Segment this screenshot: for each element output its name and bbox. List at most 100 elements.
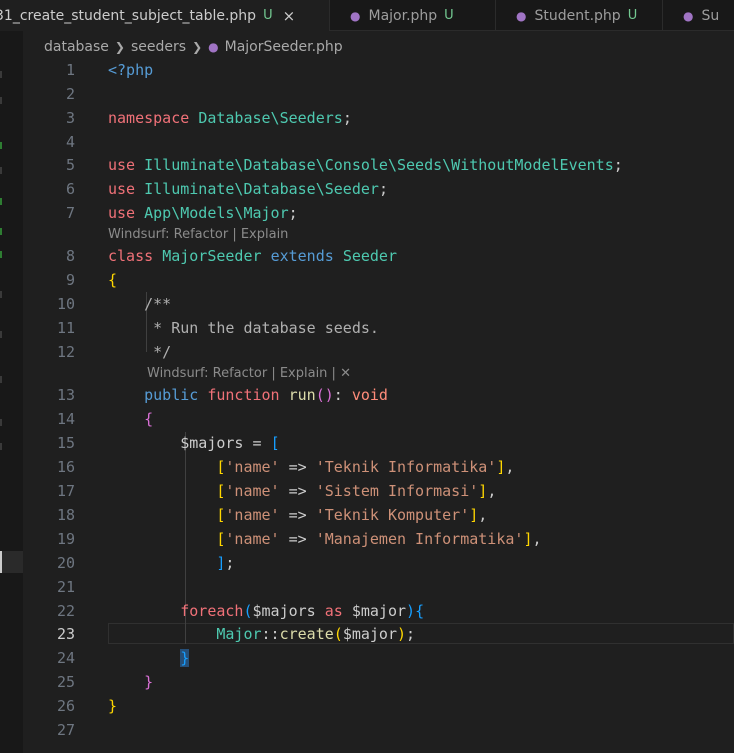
php-elephant-icon: ● bbox=[683, 8, 694, 23]
line-number: 16 bbox=[56, 458, 75, 476]
scm-marker bbox=[0, 142, 2, 149]
line-number: 10 bbox=[56, 295, 75, 313]
php-open-tag: <?php bbox=[108, 61, 154, 79]
keyword: class bbox=[108, 247, 154, 265]
code-line: { bbox=[144, 410, 154, 428]
code-line: ['name' => 'Sistem Informasi'], bbox=[216, 482, 497, 500]
comment: * Run the database seeds. bbox=[144, 319, 379, 337]
close-icon[interactable]: ✕ bbox=[340, 366, 351, 381]
line-number: 5 bbox=[65, 156, 75, 174]
method-name: create bbox=[279, 625, 334, 643]
variable: $majors bbox=[180, 434, 244, 452]
scm-marker bbox=[0, 71, 2, 78]
breadcrumb-folder-database[interactable]: database bbox=[44, 39, 109, 55]
untracked-badge: U bbox=[627, 8, 638, 23]
code-line: } bbox=[144, 673, 154, 691]
namespace-name: Illuminate\Database\Console\Seeds\Withou… bbox=[144, 156, 614, 174]
tab-label: 31_create_student_subject_table.php bbox=[0, 7, 257, 24]
scm-marker bbox=[0, 198, 2, 205]
operator: => bbox=[288, 482, 307, 500]
scm-marker bbox=[0, 291, 2, 298]
code-line: foreach($majors as $major){ bbox=[180, 602, 425, 620]
line-number: 17 bbox=[56, 482, 75, 500]
line-number: 3 bbox=[65, 109, 75, 127]
line-number: 22 bbox=[56, 602, 75, 620]
untracked-badge: U bbox=[263, 8, 273, 23]
tab-major-php[interactable]: ● Major.php U bbox=[330, 0, 496, 31]
string: 'name' bbox=[225, 530, 280, 548]
code-line: $majors = [ bbox=[180, 434, 280, 452]
line-number: 14 bbox=[56, 410, 75, 428]
php-elephant-icon: ● bbox=[350, 8, 361, 23]
code-line: } bbox=[108, 697, 118, 715]
keyword: foreach bbox=[180, 602, 244, 620]
code-line: namespace Database\Seeders; bbox=[108, 109, 352, 127]
untracked-badge: U bbox=[444, 8, 454, 23]
line-number: 20 bbox=[56, 554, 75, 572]
code-line: use Illuminate\Database\Seeder; bbox=[108, 180, 388, 198]
keyword: as bbox=[324, 602, 343, 620]
tab-migration-file[interactable]: 31_create_student_subject_table.php U × bbox=[0, 0, 330, 31]
variable: $major bbox=[351, 602, 407, 620]
php-elephant-icon: ● bbox=[208, 40, 219, 54]
codelens-refactor-explain[interactable]: Windsurf: Refactor | Explain | ✕ bbox=[147, 366, 351, 382]
line-number: 13 bbox=[56, 386, 75, 404]
codelens-text: Windsurf: Refactor | Explain | bbox=[147, 366, 336, 381]
operator: => bbox=[288, 530, 307, 548]
code-line: */ bbox=[108, 342, 171, 362]
comment: /** bbox=[144, 295, 172, 313]
scm-marker bbox=[0, 331, 2, 338]
line-number: 8 bbox=[65, 247, 75, 265]
tab-subject-php[interactable]: ● Su bbox=[663, 0, 734, 31]
scm-marker bbox=[0, 167, 2, 174]
code-line: * Run the database seeds. bbox=[108, 318, 379, 338]
tab-student-php[interactable]: ● Student.php U bbox=[496, 0, 663, 31]
scm-marker bbox=[0, 443, 2, 450]
code-line: { bbox=[108, 271, 118, 289]
breadcrumb-folder-seeders[interactable]: seeders bbox=[131, 39, 186, 55]
line-number: 23 bbox=[56, 625, 75, 643]
line-number: 27 bbox=[56, 721, 75, 739]
tab-label: Su bbox=[701, 7, 720, 24]
operator: => bbox=[288, 458, 307, 476]
return-type: void bbox=[351, 386, 388, 404]
breadcrumb-file[interactable]: MajorSeeder.php bbox=[225, 39, 343, 55]
code-line: use App\Models\Major; bbox=[108, 204, 298, 222]
breadcrumb: database ❯ seeders ❯ ● MajorSeeder.php bbox=[44, 36, 343, 58]
chevron-right-icon: ❯ bbox=[114, 40, 125, 54]
comment: */ bbox=[144, 343, 172, 361]
line-number: 26 bbox=[56, 697, 75, 715]
string: 'Teknik Komputer' bbox=[315, 506, 470, 524]
line-number: 2 bbox=[65, 85, 75, 103]
chevron-right-icon: ❯ bbox=[192, 40, 203, 54]
close-icon[interactable]: × bbox=[283, 7, 296, 25]
keyword: extends bbox=[270, 247, 334, 265]
code-line: } bbox=[180, 649, 190, 667]
code-line: <?php bbox=[108, 60, 153, 80]
keyword: namespace bbox=[108, 109, 190, 127]
code-line: Major::create($major); bbox=[216, 625, 416, 643]
code-line: ]; bbox=[216, 554, 235, 572]
php-elephant-icon: ● bbox=[516, 8, 527, 23]
line-number: 7 bbox=[65, 204, 75, 222]
scm-marker bbox=[0, 97, 2, 104]
scm-marker bbox=[0, 419, 2, 426]
line-number: 4 bbox=[65, 133, 75, 151]
line-number: 1 bbox=[65, 61, 75, 79]
namespace-name: App\Models\Major bbox=[144, 204, 289, 222]
keyword: function bbox=[207, 386, 280, 404]
explorer-selection[interactable] bbox=[0, 551, 23, 573]
tab-label: Student.php bbox=[534, 7, 621, 24]
string: 'Teknik Informatika' bbox=[315, 458, 497, 476]
line-number: 9 bbox=[65, 271, 75, 289]
string: 'Sistem Informasi' bbox=[315, 482, 479, 500]
string: 'name' bbox=[225, 458, 280, 476]
string: 'name' bbox=[225, 482, 280, 500]
line-number: 18 bbox=[56, 506, 75, 524]
codelens-refactor-explain[interactable]: Windsurf: Refactor | Explain bbox=[108, 227, 288, 243]
line-number: 21 bbox=[56, 578, 75, 596]
code-editor[interactable]: 1 2 3 5 6 7 4 8 9 10 11 12 13 14 15 16 1… bbox=[23, 58, 734, 753]
code-line: use Illuminate\Database\Console\Seeds\Wi… bbox=[108, 156, 623, 174]
code-line: ['name' => 'Teknik Komputer'], bbox=[216, 506, 488, 524]
variable: $major bbox=[342, 625, 397, 643]
